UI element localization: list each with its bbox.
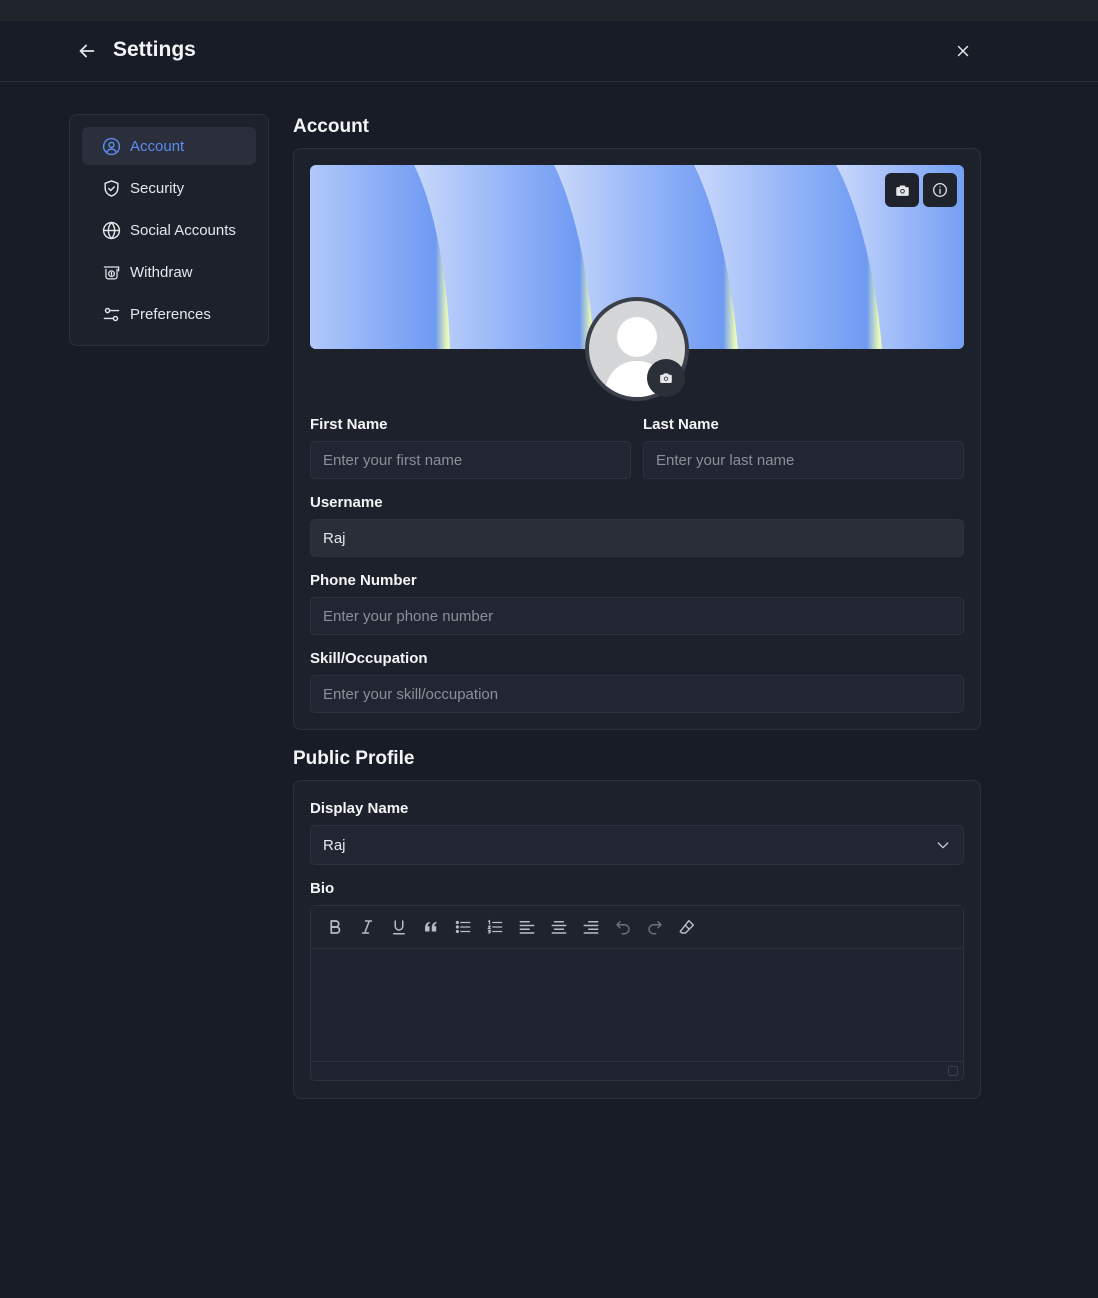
ordered-list-button[interactable] xyxy=(479,911,511,943)
align-right-button[interactable] xyxy=(575,911,607,943)
chevron-down-icon xyxy=(937,842,949,849)
close-icon xyxy=(957,45,969,57)
sidebar-item-social-accounts[interactable]: Social Accounts xyxy=(82,211,256,249)
sidebar-item-preferences[interactable]: Preferences xyxy=(82,295,256,333)
sidebar-item-account[interactable]: Account xyxy=(82,127,256,165)
bold-icon xyxy=(330,920,341,934)
italic-button[interactable] xyxy=(351,911,383,943)
camera-icon xyxy=(895,185,909,196)
undo-icon xyxy=(616,921,630,935)
align-center-icon xyxy=(551,921,567,934)
public-profile-card: Display Name Raj Bio xyxy=(293,780,981,1099)
clear-format-button[interactable] xyxy=(671,911,703,943)
shield-check-icon xyxy=(104,179,119,197)
editor-footer xyxy=(311,1061,963,1080)
blockquote-button[interactable] xyxy=(415,911,447,943)
money-icon xyxy=(103,265,120,279)
settings-sidebar: Account Security Social Accounts Withdra… xyxy=(69,114,269,346)
display-name-value: Raj xyxy=(323,836,346,854)
window-top-strip xyxy=(0,0,1098,21)
redo-button[interactable] xyxy=(639,911,671,943)
username-input[interactable] xyxy=(310,519,964,557)
underline-icon xyxy=(393,920,405,935)
globe-icon xyxy=(102,221,121,239)
settings-header: Settings xyxy=(0,21,1098,82)
arrow-left-icon xyxy=(79,44,95,58)
undo-button[interactable] xyxy=(607,911,639,943)
sliders-icon xyxy=(103,307,120,321)
phone-label: Phone Number xyxy=(310,572,417,589)
camera-icon xyxy=(660,373,672,383)
align-right-icon xyxy=(583,921,599,934)
eraser-icon xyxy=(679,919,695,934)
sidebar-item-security[interactable]: Security xyxy=(82,169,256,207)
account-card: First Name Last Name Username Phone Numb… xyxy=(293,148,981,730)
phone-input[interactable] xyxy=(310,597,964,635)
sidebar-item-label: Account xyxy=(130,137,185,155)
last-name-input[interactable] xyxy=(643,441,964,479)
bullet-list-button[interactable] xyxy=(447,911,479,943)
bio-editor-content[interactable] xyxy=(311,949,963,1061)
sidebar-item-withdraw[interactable]: Withdraw xyxy=(82,253,256,291)
skill-input[interactable] xyxy=(310,675,964,713)
first-name-label: First Name xyxy=(310,416,388,433)
display-name-label: Display Name xyxy=(310,800,409,817)
sidebar-item-label: Preferences xyxy=(130,305,211,323)
account-section-title: Account xyxy=(293,116,369,137)
sidebar-item-label: Social Accounts xyxy=(130,221,236,239)
username-label: Username xyxy=(310,494,383,511)
last-name-label: Last Name xyxy=(643,416,719,433)
user-circle-icon xyxy=(102,137,121,155)
public-profile-section-title: Public Profile xyxy=(293,748,415,769)
italic-icon xyxy=(361,920,373,934)
sidebar-item-label: Security xyxy=(130,179,185,197)
redo-icon xyxy=(648,921,662,935)
resize-handle-icon[interactable] xyxy=(947,1065,959,1077)
back-button[interactable] xyxy=(76,40,98,62)
align-center-button[interactable] xyxy=(543,911,575,943)
sidebar-item-label: Withdraw xyxy=(130,263,193,281)
change-avatar-button[interactable] xyxy=(647,359,685,397)
display-name-select[interactable]: Raj xyxy=(310,825,964,865)
close-button[interactable] xyxy=(954,42,972,60)
change-cover-button[interactable] xyxy=(885,173,919,207)
underline-button[interactable] xyxy=(383,911,415,943)
bullet-list-icon xyxy=(455,920,471,934)
quote-icon xyxy=(425,921,437,932)
bio-label: Bio xyxy=(310,880,335,897)
first-name-input[interactable] xyxy=(310,441,631,479)
align-left-button[interactable] xyxy=(511,911,543,943)
bio-editor xyxy=(310,905,964,1081)
bold-button[interactable] xyxy=(319,911,351,943)
info-icon xyxy=(933,183,947,197)
cover-info-button[interactable] xyxy=(923,173,957,207)
ordered-list-icon xyxy=(487,919,503,934)
editor-toolbar xyxy=(311,906,963,949)
page-title: Settings xyxy=(113,38,196,61)
align-left-icon xyxy=(519,921,535,934)
skill-label: Skill/Occupation xyxy=(310,650,428,667)
